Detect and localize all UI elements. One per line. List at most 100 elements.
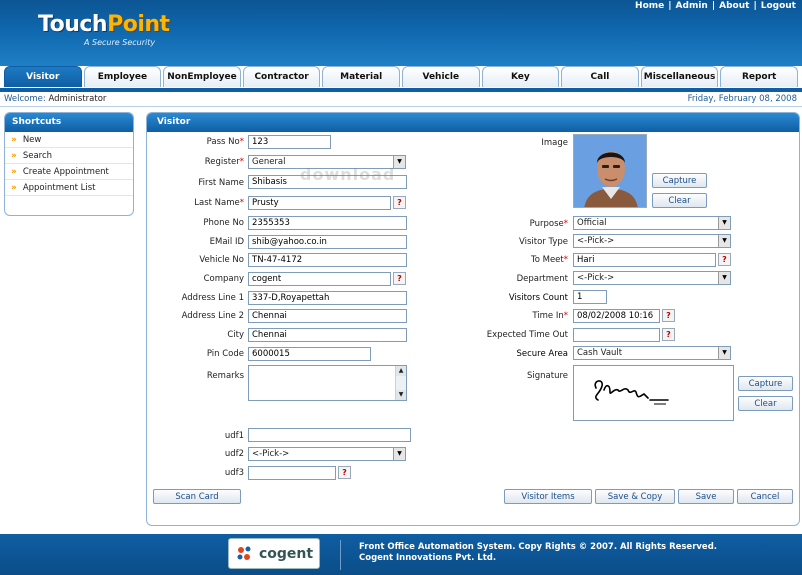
expected-time-out-help-icon[interactable]: ?	[662, 328, 675, 341]
shortcuts-title: Shortcuts	[5, 113, 133, 132]
purpose-select[interactable]: Official ▼	[573, 216, 731, 230]
time-in-input[interactable]: 08/02/2008 10:16	[573, 309, 660, 323]
dropdown-arrow-icon: ▼	[718, 347, 730, 359]
tab-miscellaneous[interactable]: Miscellaneous	[640, 66, 719, 87]
save-copy-button[interactable]: Save & Copy	[595, 489, 675, 504]
email-label: EMail ID	[209, 237, 244, 247]
tab-contractor[interactable]: Contractor	[242, 66, 321, 87]
secure-area-label: Secure Area	[516, 349, 569, 359]
shortcut-appointment-list[interactable]: » Appointment List	[5, 180, 133, 196]
scan-card-button[interactable]: Scan Card	[153, 489, 241, 504]
remarks-scrollbar[interactable]: ▲ ▼	[395, 366, 406, 400]
department-select[interactable]: <-Pick-> ▼	[573, 271, 731, 285]
tab-key[interactable]: Key	[481, 66, 560, 87]
to-meet-input[interactable]: Hari	[573, 253, 716, 267]
capture-photo-button[interactable]: Capture	[652, 173, 707, 188]
double-chevron-icon: »	[11, 134, 17, 145]
address1-label: Address Line 1	[181, 293, 244, 303]
to-meet-label: To Meet*	[530, 255, 568, 265]
app-window: TouchPoint A Secure Security Home | Admin |…	[0, 0, 802, 575]
dropdown-arrow-icon: ▼	[393, 448, 405, 460]
clear-photo-button[interactable]: Clear	[652, 193, 707, 208]
expected-time-out-label: Expected Time Out	[486, 330, 568, 340]
shortcut-create-appointment[interactable]: » Create Appointment	[5, 164, 133, 180]
phone-no-input[interactable]: 2355353	[248, 216, 407, 230]
company-help-icon[interactable]: ?	[393, 272, 406, 285]
scroll-up-icon[interactable]: ▲	[396, 366, 406, 376]
capture-signature-button[interactable]: Capture	[738, 376, 793, 391]
time-in-help-icon[interactable]: ?	[662, 309, 675, 322]
vehicle-no-label: Vehicle No	[199, 255, 244, 265]
udf3-help-icon[interactable]: ?	[338, 466, 351, 479]
tab-underline	[0, 88, 802, 92]
scroll-down-icon[interactable]: ▼	[396, 390, 406, 400]
tab-visitor[interactable]: Visitor	[4, 66, 82, 87]
pin-code-input[interactable]: 6000015	[248, 347, 371, 361]
welcome-text: Welcome: Administrator	[4, 94, 106, 104]
double-chevron-icon: »	[11, 166, 17, 177]
about-link[interactable]: About	[719, 1, 749, 11]
signature-pad[interactable]	[573, 365, 734, 421]
last-name-help-icon[interactable]: ?	[393, 196, 406, 209]
email-input[interactable]: shib@yahoo.co.in	[248, 235, 407, 249]
phone-no-label: Phone No	[203, 218, 244, 228]
cancel-button[interactable]: Cancel	[737, 489, 793, 504]
secure-area-select[interactable]: Cash Vault ▼	[573, 346, 731, 360]
tab-report[interactable]: Report	[720, 66, 798, 87]
visitor-form-panel: Visitor Pass No* 123 Register* General ▼ …	[146, 112, 800, 526]
visitors-count-input[interactable]: 1	[573, 290, 607, 304]
watermark-text: download	[300, 165, 396, 184]
logo-tagline: A Secure Security	[84, 38, 156, 47]
tab-nonemployee[interactable]: NonEmployee	[163, 66, 241, 87]
last-name-input[interactable]: Prusty	[248, 196, 391, 210]
pin-code-label: Pin Code	[206, 349, 244, 359]
purpose-label: Purpose*	[529, 219, 568, 229]
footer-line1: Front Office Automation System. Copy Rig…	[359, 542, 718, 552]
shortcut-label: Appointment List	[22, 182, 96, 193]
address2-input[interactable]: Chennai	[248, 309, 407, 323]
udf3-label: udf3	[224, 468, 244, 478]
footer-copyright: Front Office Automation System. Copy Rig…	[359, 542, 717, 564]
expected-time-out-input[interactable]	[573, 328, 660, 342]
tab-employee[interactable]: Employee	[83, 66, 162, 87]
shortcut-label: New	[22, 134, 42, 145]
pass-no-input[interactable]: 123	[248, 135, 331, 149]
shortcut-search[interactable]: » Search	[5, 148, 133, 164]
clear-signature-button[interactable]: Clear	[738, 396, 793, 411]
main-tabs: Visitor Employee NonEmployee Contractor …	[4, 66, 798, 88]
visitor-type-select[interactable]: <-Pick-> ▼	[573, 234, 731, 248]
visitor-photo	[573, 134, 647, 208]
tab-vehicle[interactable]: Vehicle	[401, 66, 480, 87]
visitor-items-button[interactable]: Visitor Items	[504, 489, 592, 504]
cogent-logo-icon	[237, 546, 251, 560]
city-input[interactable]: Chennai	[248, 328, 407, 342]
first-name-label: First Name	[198, 178, 244, 188]
cogent-logo: cogent	[228, 538, 320, 569]
top-links: Home | Admin | About | Logout	[635, 1, 796, 11]
to-meet-help-icon[interactable]: ?	[718, 253, 731, 266]
welcome-user: Administrator	[48, 94, 107, 104]
tab-material[interactable]: Material	[322, 66, 400, 87]
udf1-input[interactable]	[248, 428, 411, 442]
udf2-select[interactable]: <-Pick-> ▼	[248, 447, 406, 461]
company-input[interactable]: cogent	[248, 272, 391, 286]
home-link[interactable]: Home	[635, 1, 664, 11]
admin-link[interactable]: Admin	[676, 1, 708, 11]
welcome-label: Welcome:	[4, 94, 46, 104]
current-date: Friday, February 08, 2008	[687, 94, 797, 104]
signature-stroke	[594, 380, 669, 405]
visitor-photo-image	[574, 135, 646, 207]
tab-call[interactable]: Call	[561, 66, 639, 87]
logout-link[interactable]: Logout	[761, 1, 796, 11]
dropdown-arrow-icon: ▼	[718, 217, 730, 229]
udf3-input[interactable]	[248, 466, 336, 480]
double-chevron-icon: »	[11, 182, 17, 193]
time-in-label: Time In*	[532, 311, 568, 321]
dropdown-arrow-icon: ▼	[718, 235, 730, 247]
signature-label: Signature	[526, 371, 568, 381]
vehicle-no-input[interactable]: TN-47-4172	[248, 253, 407, 267]
save-button[interactable]: Save	[678, 489, 734, 504]
address1-input[interactable]: 337-D,Royapettah	[248, 291, 407, 305]
shortcut-new[interactable]: » New	[5, 132, 133, 148]
remarks-textarea[interactable]: ▲ ▼	[248, 365, 407, 401]
